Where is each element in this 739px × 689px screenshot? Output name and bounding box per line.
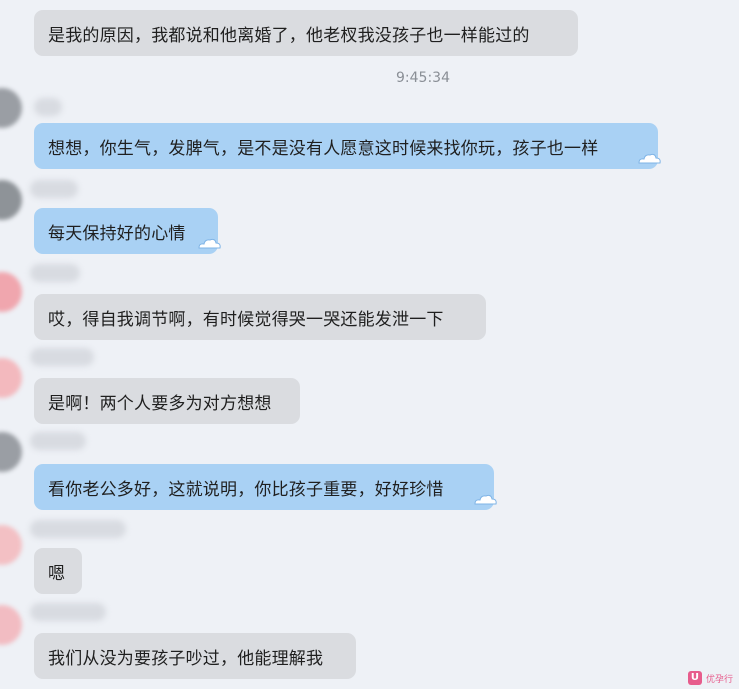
watermark-logo: U 优孕行 bbox=[687, 671, 733, 685]
sender-name bbox=[30, 264, 80, 282]
message-bubble[interactable]: 是啊！两个人要多为对方想想 bbox=[34, 378, 300, 424]
message-timestamp: 9:45:34 bbox=[396, 70, 450, 86]
message-text: 嗯 bbox=[48, 563, 66, 584]
sender-name bbox=[30, 520, 126, 538]
avatar[interactable] bbox=[0, 180, 22, 220]
sender-name bbox=[30, 348, 94, 366]
message-bubble[interactable]: 我们从没为要孩子吵过，他能理解我 bbox=[34, 633, 356, 679]
message-text: 看你老公多好，这就说明，你比孩子重要，好好珍惜 bbox=[48, 479, 444, 500]
watermark-badge: U bbox=[687, 671, 702, 685]
chat-window[interactable]: 9:45:34 是我的原因，我都说和他离婚了，他老杈我没孩子也一样能过的 想想，… bbox=[0, 0, 739, 689]
sender-name bbox=[30, 432, 86, 450]
avatar[interactable] bbox=[0, 272, 22, 312]
bubble-cloud-icon bbox=[474, 494, 497, 505]
message-text: 想想，你生气，发脾气，是不是没有人愿意这时候来找你玩，孩子也一样 bbox=[48, 138, 599, 159]
message-bubble[interactable]: 是我的原因，我都说和他离婚了，他老杈我没孩子也一样能过的 bbox=[34, 10, 578, 56]
watermark-text: 优孕行 bbox=[705, 674, 733, 685]
message-bubble[interactable]: 每天保持好的心情 bbox=[34, 208, 221, 254]
avatar[interactable] bbox=[0, 525, 22, 565]
avatar[interactable] bbox=[0, 605, 22, 645]
message-bubble[interactable]: 想想，你生气，发脾气，是不是没有人愿意这时候来找你玩，孩子也一样 bbox=[34, 123, 661, 169]
message-text: 是啊！两个人要多为对方想想 bbox=[48, 393, 272, 414]
message-bubble[interactable]: 看你老公多好，这就说明，你比孩子重要，好好珍惜 bbox=[34, 464, 497, 510]
sender-name bbox=[30, 180, 78, 198]
sender-name bbox=[30, 603, 106, 621]
message-text: 哎，得自我调节啊，有时候觉得哭一哭还能发泄一下 bbox=[48, 309, 444, 330]
message-bubble[interactable]: 嗯 bbox=[34, 548, 82, 594]
message-text: 我们从没为要孩子吵过，他能理解我 bbox=[48, 648, 324, 669]
message-text: 是我的原因，我都说和他离婚了，他老杈我没孩子也一样能过的 bbox=[48, 25, 530, 46]
sender-name bbox=[34, 98, 62, 116]
message-text: 每天保持好的心情 bbox=[48, 223, 186, 244]
avatar[interactable] bbox=[0, 432, 22, 472]
avatar[interactable] bbox=[0, 88, 22, 128]
message-bubble[interactable]: 哎，得自我调节啊，有时候觉得哭一哭还能发泄一下 bbox=[34, 294, 486, 340]
avatar[interactable] bbox=[0, 358, 22, 398]
bubble-cloud-icon bbox=[638, 153, 661, 164]
bubble-cloud-icon bbox=[198, 238, 221, 249]
